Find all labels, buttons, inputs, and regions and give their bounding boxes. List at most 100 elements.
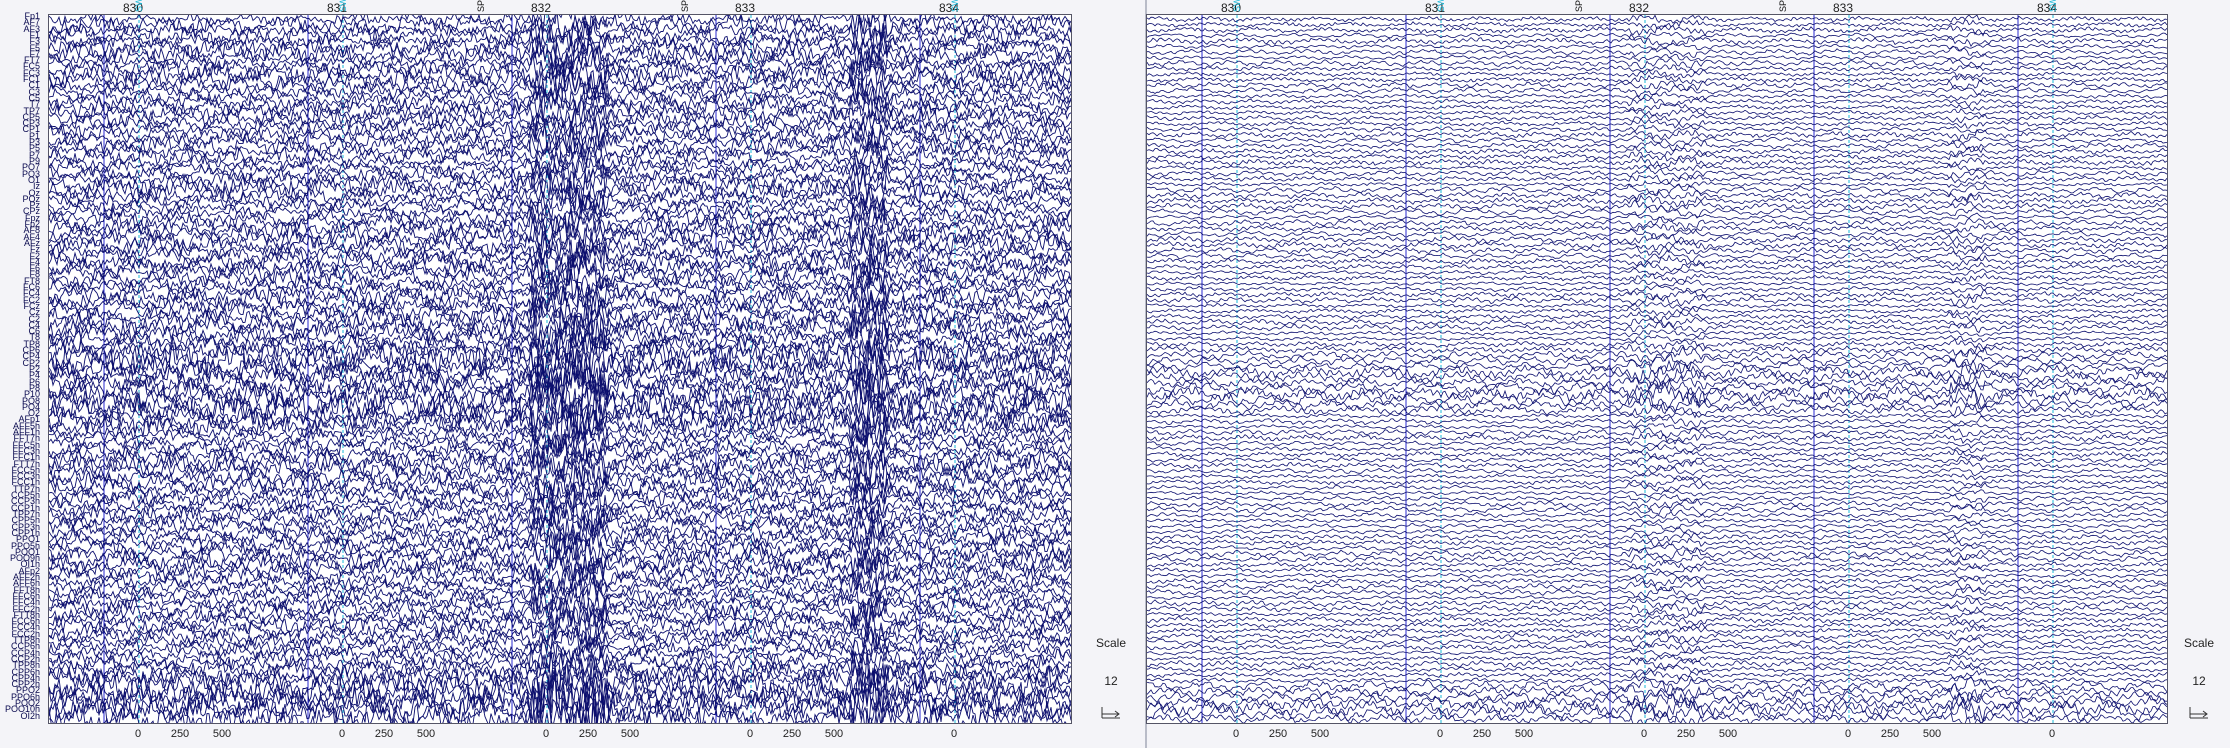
eeg-channel-trace [1147,603,2167,616]
event-marker-label[interactable]: SW [338,0,348,12]
eeg-channel-trace [1147,439,2167,449]
scale-value: 12 [2192,674,2206,688]
eeg-channel-trace [1147,516,2167,525]
eeg-channel-trace [1147,108,2167,118]
eeg-channel-trace [1147,329,2167,338]
eeg-channel-trace [1147,642,2167,654]
scale-value: 12 [1104,674,1118,688]
channel-label[interactable]: OI2h [20,711,40,721]
eeg-channel-trace [1147,189,2167,202]
epoch-tick-label: 500 [1310,728,1330,740]
epoch-tick-label: 0 [746,728,754,740]
eeg-channel-trace [1147,124,2167,134]
eeg-channel-trace [1147,239,2167,252]
scale-adjust-icon[interactable] [2188,704,2210,719]
eeg-channel-trace [1147,199,2167,212]
eeg-traces-svg [1147,15,2167,723]
eeg-channel-trace [1147,64,2167,74]
event-marker-label[interactable]: SP [680,0,690,12]
second-label: 832 [1628,1,1650,15]
epoch-tick-label: 500 [416,728,436,740]
eeg-channel-trace [1147,593,2167,602]
channel-label-column: Fp1 AF7 AF3 F1 F3 F5 F7 FT7 FC5 FC3 FC1 C1 C3 C5 T7 TP7… [0,12,42,726]
eeg-channel-trace [1147,675,2167,686]
epoch-tick-label: 0 [2048,728,2056,740]
eeg-channel-trace [1147,675,2167,697]
eeg-channel-trace [49,103,1071,143]
eeg-channel-trace [1147,261,2167,273]
eeg-channel-trace [1147,268,2167,277]
eeg-viewer-left: Fp1 AF7 AF3 F1 F3 F5 F7 FT7 FC5 FC3 FC1 C1 C3 C5 T7 TP7… [0,0,1146,748]
eeg-channel-trace [1147,173,2167,185]
eeg-channel-trace [1147,521,2167,532]
eeg-channel-trace [1147,648,2167,657]
eeg-channel-trace [1147,455,2167,465]
eeg-channel-trace [1147,576,2167,587]
eeg-channel-trace [1147,103,2167,112]
eeg-channel-trace [1147,625,2167,636]
epoch-tick-label: 500 [824,728,844,740]
eeg-channel-trace [1147,15,2167,24]
eeg-channel-trace [1147,526,2167,536]
eeg-channel-trace [1147,31,2167,41]
eeg-channel-trace [1147,24,2167,37]
eeg-traces-svg [49,15,1071,723]
epoch-tick-label: 250 [1268,728,1288,740]
eeg-channel-trace [1147,91,2167,101]
eeg-channel-trace [1147,459,2167,471]
eeg-channel-trace [1147,338,2167,350]
eeg-trace-plot[interactable] [48,14,1072,724]
epoch-tick-label: 0 [542,728,550,740]
eeg-channel-trace [1147,686,2167,709]
epoch-tick-label: 500 [620,728,640,740]
event-marker-label[interactable]: SP [1778,0,1788,12]
scale-title: Scale [2183,636,2215,650]
epoch-tick-label: 500 [1514,728,1534,740]
epoch-tick-label: 0 [1844,728,1852,740]
eeg-channel-trace [49,568,1071,604]
event-marker-label[interactable]: SP [476,0,486,12]
scale-adjust-icon[interactable] [1100,704,1122,719]
epoch-tick-label: 500 [212,728,232,740]
eeg-channel-trace [1147,145,2167,157]
eeg-channel-trace [1147,669,2167,680]
eeg-channel-trace [1147,357,2167,376]
eeg-channel-trace [1147,42,2167,51]
event-marker-label[interactable]: SW [1436,0,1446,12]
eeg-channel-trace [1147,118,2167,129]
epoch-tick-label: 250 [782,728,802,740]
scale-title: Scale [1095,636,1127,650]
event-marker-label[interactable]: SW [1232,0,1242,12]
eeg-channel-trace [1147,472,2167,481]
eeg-channel-trace [1147,570,2167,580]
eeg-channel-trace [1147,544,2167,553]
second-label: 833 [1832,1,1854,15]
eeg-channel-trace [49,15,1071,59]
eeg-channel-trace [1147,423,2167,431]
eeg-channel-trace [1147,113,2167,124]
epoch-tick-label: 0 [950,728,958,740]
event-marker-label[interactable]: SW [2048,0,2058,12]
eeg-channel-trace [1147,334,2167,343]
eeg-channel-trace [1147,509,2167,520]
event-marker-label[interactable]: SW [950,0,960,12]
event-marker-label[interactable]: SP [1574,0,1584,12]
event-marker-label[interactable]: SW [134,0,144,12]
eeg-viewer-right: 830 831 832 833 834 SW SW SP SP SW 0 250 500 0 250 500… [1146,0,2230,748]
epoch-tick-label: 0 [134,728,142,740]
eeg-channel-trace [1147,180,2167,188]
epoch-tick-label: 0 [338,728,346,740]
eeg-channel-trace [1147,74,2167,85]
epoch-tick-label: 250 [374,728,394,740]
epoch-tick-label: 500 [1718,728,1738,740]
epoch-tick-label: 0 [1436,728,1444,740]
eeg-channel-trace [1147,233,2167,246]
scale-panel: Scale 12 [2174,636,2224,719]
eeg-channel-trace [1147,244,2167,256]
epoch-tick-label: 250 [578,728,598,740]
eeg-channel-trace [1147,166,2167,180]
eeg-channel-trace [1147,635,2167,648]
eeg-trace-plot[interactable] [1146,14,2168,724]
epoch-tick-label: 0 [1640,728,1648,740]
eeg-channel-trace [1147,653,2167,663]
